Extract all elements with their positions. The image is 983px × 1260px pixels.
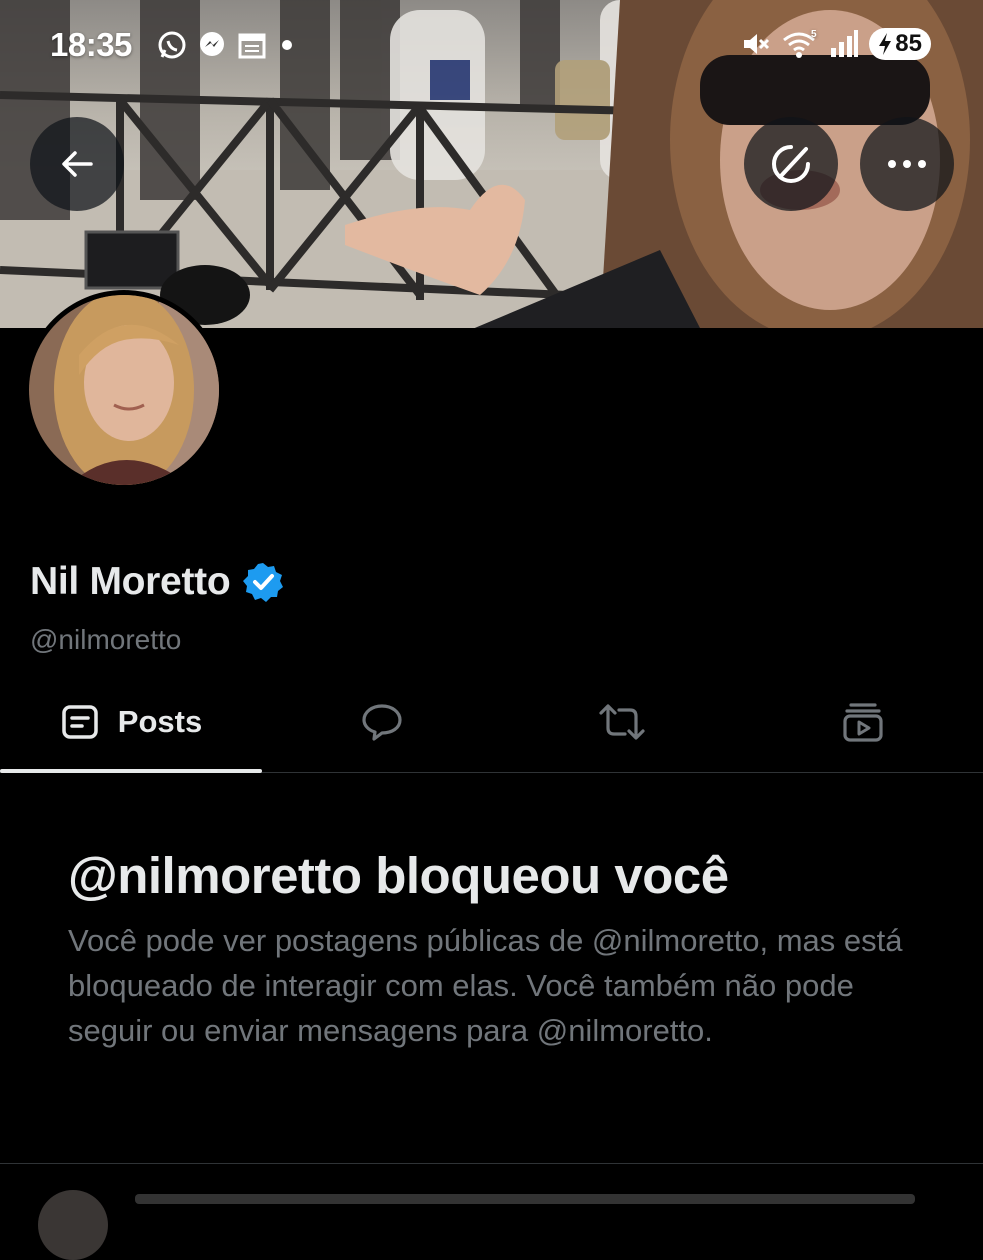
calendar-icon bbox=[238, 33, 266, 59]
reply-bubble-icon bbox=[362, 704, 402, 741]
mute-icon bbox=[744, 34, 770, 54]
tab-posts[interactable]: Posts bbox=[0, 672, 262, 773]
more-options-button[interactable] bbox=[860, 117, 954, 211]
blocked-title: @nilmoretto bloqueou você bbox=[68, 847, 729, 904]
media-icon bbox=[842, 703, 883, 742]
tab-posts-label: Posts bbox=[117, 704, 203, 739]
active-tab-indicator bbox=[0, 769, 262, 773]
repost-icon bbox=[599, 704, 645, 740]
back-button[interactable] bbox=[30, 117, 124, 211]
profile-name-row: Nil Moretto bbox=[30, 560, 284, 604]
next-post-preview bbox=[135, 1194, 915, 1204]
posts-icon bbox=[62, 705, 98, 739]
tab-reposts[interactable] bbox=[502, 672, 742, 772]
system-icons: 5 85 bbox=[739, 28, 931, 60]
charging-bolt-icon bbox=[879, 33, 892, 55]
status-bar: 18:35 5 85 bbox=[0, 0, 983, 92]
signal-icon bbox=[831, 30, 859, 57]
svg-text:5: 5 bbox=[811, 29, 817, 40]
profile-avatar[interactable] bbox=[24, 290, 224, 490]
blocked-description: Você pode ver postagens públicas de @nil… bbox=[68, 923, 903, 1048]
profile-handle: @nilmoretto bbox=[30, 624, 182, 655]
battery-indicator: 85 bbox=[869, 28, 931, 60]
next-post-avatar bbox=[38, 1190, 108, 1260]
avatar-photo bbox=[29, 295, 219, 485]
arrow-left-icon bbox=[62, 151, 93, 177]
notification-icons bbox=[156, 29, 298, 61]
grok-icon bbox=[772, 145, 810, 183]
status-time: 18:35 bbox=[50, 26, 132, 63]
tab-media[interactable] bbox=[742, 672, 983, 772]
battery-level: 85 bbox=[895, 30, 922, 57]
dot-icon bbox=[282, 40, 292, 50]
whatsapp-icon bbox=[158, 31, 186, 59]
messenger-icon bbox=[200, 32, 224, 56]
grok-button[interactable] bbox=[744, 117, 838, 211]
more-horizontal-icon bbox=[888, 160, 926, 168]
display-name: Nil Moretto bbox=[30, 560, 231, 603]
divider bbox=[0, 1163, 983, 1164]
wifi-icon: 5 bbox=[783, 29, 817, 58]
profile-tabs: Posts bbox=[0, 672, 983, 773]
verified-badge-icon[interactable] bbox=[242, 561, 284, 603]
tab-replies[interactable] bbox=[262, 672, 502, 772]
